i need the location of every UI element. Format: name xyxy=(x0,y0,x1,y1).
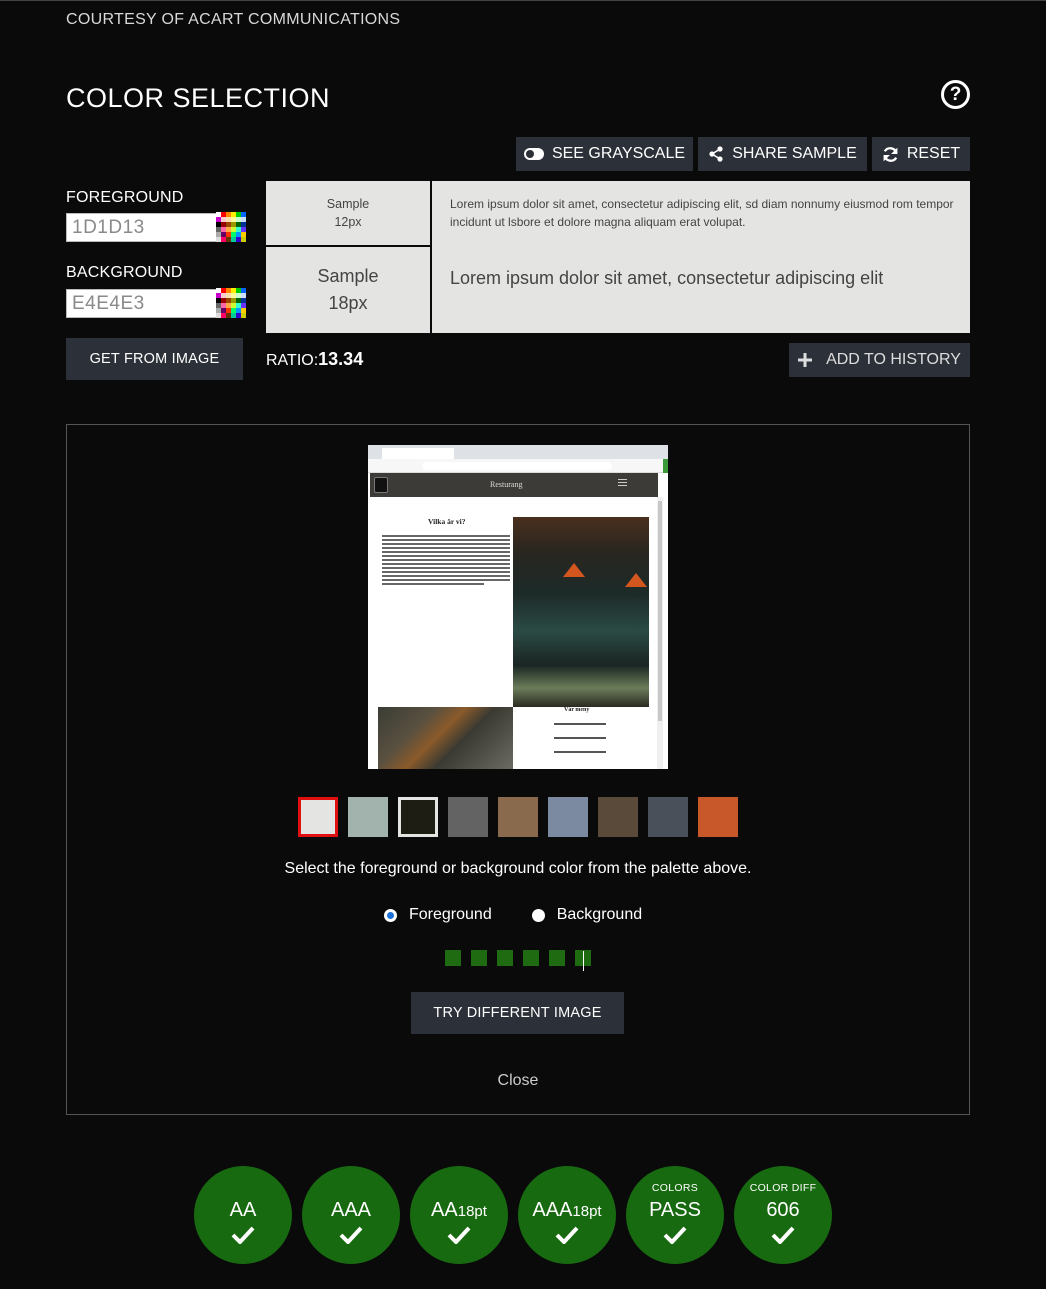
image-dining-photo xyxy=(378,707,513,769)
colors-badge-title: COLORS xyxy=(651,1182,699,1194)
aaa-badge: AAA xyxy=(302,1166,400,1264)
check-icon xyxy=(447,1226,471,1244)
sample-text-small: Lorem ipsum dolor sit amet, consectetur … xyxy=(450,197,954,229)
page-title: COLOR SELECTION xyxy=(66,83,331,113)
background-label: BACKGROUND xyxy=(66,264,183,281)
image-menu-title: Vår meny xyxy=(564,707,590,713)
image-site-header: Resturang xyxy=(370,473,658,497)
foreground-input[interactable] xyxy=(66,213,218,242)
color-diff-badge-value: 606 xyxy=(766,1199,800,1221)
aa-18pt-badge: AA18pt xyxy=(410,1166,508,1264)
plus-icon xyxy=(798,353,813,367)
share-sample-label: SHARE SAMPLE xyxy=(732,145,857,162)
image-scrollbar xyxy=(657,497,663,769)
check-icon xyxy=(663,1226,687,1244)
image-site-logo xyxy=(374,477,388,493)
aa-badge-label: AA xyxy=(229,1199,257,1221)
image-browser-address-bar xyxy=(368,459,668,473)
palette-instruction: Select the foreground or background colo… xyxy=(284,860,752,877)
add-to-history-button[interactable]: ADD TO HISTORY xyxy=(789,343,970,377)
palette-swatch[interactable] xyxy=(448,797,488,837)
palette-swatch[interactable] xyxy=(598,797,638,837)
sample-18px-label: Sample xyxy=(317,266,379,286)
try-different-image-button[interactable]: TRY DIFFERENT IMAGE xyxy=(411,992,624,1034)
image-browser-url xyxy=(422,462,612,470)
palette-swatch[interactable] xyxy=(648,797,688,837)
check-icon xyxy=(339,1226,363,1244)
results-badges: AA AAA AA18pt AAA18pt COLORS PASS COLOR … xyxy=(194,1166,832,1264)
foreground-color-picker-icon[interactable] xyxy=(216,212,246,242)
uploaded-image[interactable]: Resturang Vilka är vi? Vår meny xyxy=(368,445,668,769)
background-input[interactable] xyxy=(66,289,218,318)
image-edge-green xyxy=(663,459,668,473)
palette-swatch[interactable] xyxy=(398,797,438,837)
loading-indicator xyxy=(445,950,591,966)
aaa-18pt-badge-label: AAA18pt xyxy=(532,1199,602,1221)
question-circle-icon[interactable]: ? xyxy=(941,80,970,109)
color-diff-badge: COLOR DIFF 606 xyxy=(734,1166,832,1264)
reset-label: RESET xyxy=(906,145,961,162)
foreground-label: FOREGROUND xyxy=(66,189,184,206)
image-paragraph xyxy=(382,535,510,587)
check-icon xyxy=(771,1226,795,1244)
fg-bg-radio-group: Foreground Background xyxy=(384,906,682,924)
colors-badge-value: PASS xyxy=(649,1199,701,1221)
image-menu-items xyxy=(554,723,614,765)
toggle-icon xyxy=(523,148,544,160)
sample-text-large: Lorem ipsum dolor sit amet, consectetur … xyxy=(450,268,884,288)
image-browser-tabbar xyxy=(368,445,668,459)
color-palette xyxy=(298,797,738,837)
check-icon xyxy=(231,1226,255,1244)
palette-swatch[interactable] xyxy=(348,797,388,837)
mouse-cursor xyxy=(583,951,584,971)
contrast-ratio: RATIO:13.34 xyxy=(266,349,363,370)
close-link[interactable]: Close xyxy=(0,1072,1036,1090)
foreground-radio[interactable] xyxy=(384,908,397,922)
check-icon xyxy=(555,1226,579,1244)
sample-18px-size: 18px xyxy=(328,293,368,313)
get-from-image-button[interactable]: GET FROM IMAGE xyxy=(66,338,243,380)
refresh-icon xyxy=(883,146,898,162)
background-color-picker-icon[interactable] xyxy=(216,288,246,318)
background-radio[interactable] xyxy=(531,908,545,922)
see-grayscale-label: SEE GRAYSCALE xyxy=(551,145,686,162)
palette-swatch[interactable] xyxy=(698,797,738,837)
palette-swatch[interactable] xyxy=(498,797,538,837)
image-browser-tab xyxy=(382,448,454,459)
aa-18pt-badge-label: AA18pt xyxy=(431,1199,487,1221)
share-sample-button[interactable]: SHARE SAMPLE xyxy=(698,137,867,171)
sample-preview: Sample 12px Sample 18px Lorem ipsum dolo… xyxy=(266,181,970,333)
image-site-brand: Resturang xyxy=(490,480,523,489)
image-heading: Vilka är vi? xyxy=(428,517,466,526)
sample-18px-cell: Sample 18px xyxy=(266,247,432,333)
palette-swatch[interactable] xyxy=(298,797,338,837)
aaa-18pt-badge: AAA18pt xyxy=(518,1166,616,1264)
color-diff-badge-title: COLOR DIFF xyxy=(749,1182,817,1194)
sample-12px-size: 12px xyxy=(334,215,362,229)
aaa-badge-label: AAA xyxy=(330,1199,372,1221)
add-to-history-label: ADD TO HISTORY xyxy=(826,351,961,368)
colors-pass-badge: COLORS PASS xyxy=(626,1166,724,1264)
top-divider xyxy=(0,0,1046,1)
ratio-value: 13.34 xyxy=(318,349,364,369)
sample-12px-cell: Sample 12px xyxy=(266,181,432,247)
sample-12px-label: Sample xyxy=(326,197,370,211)
image-restaurant-photo xyxy=(513,517,649,707)
see-grayscale-button[interactable]: SEE GRAYSCALE xyxy=(516,137,693,171)
courtesy-text: COURTESY OF ACART COMMUNICATIONS xyxy=(66,11,401,28)
aa-badge: AA xyxy=(194,1166,292,1264)
background-radio-label[interactable]: Background xyxy=(557,906,642,924)
share-icon xyxy=(709,146,723,162)
reset-button[interactable]: RESET xyxy=(872,137,970,171)
ratio-label: RATIO: xyxy=(266,352,319,369)
foreground-radio-label[interactable]: Foreground xyxy=(409,906,492,924)
palette-swatch[interactable] xyxy=(548,797,588,837)
image-hamburger-icon xyxy=(618,482,627,483)
